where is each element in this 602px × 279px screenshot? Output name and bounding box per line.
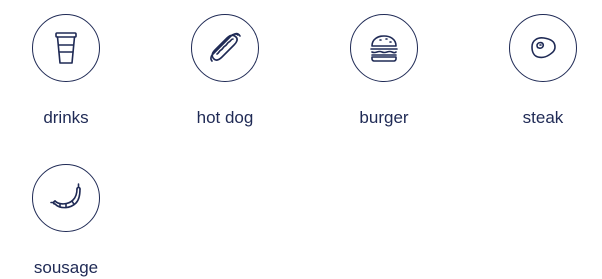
sausage-icon (32, 164, 100, 232)
drink-cup-icon (32, 14, 100, 82)
steak-icon (509, 14, 577, 82)
category-tile-burger[interactable]: burger (324, 0, 444, 127)
category-label: steak (522, 108, 564, 127)
burger-icon (350, 14, 418, 82)
category-tile-hot-dog[interactable]: hot dog (165, 0, 285, 127)
category-tile-sousage[interactable]: sousage (6, 150, 126, 277)
category-label: drinks (43, 108, 89, 127)
hot-dog-icon (191, 14, 259, 82)
category-label: burger (359, 108, 409, 127)
category-label: hot dog (196, 108, 254, 127)
category-tile-steak[interactable]: steak (483, 0, 602, 127)
category-tile-drinks[interactable]: drinks (6, 0, 126, 127)
category-grid: drinks hot dog burger steak sousage (0, 0, 602, 279)
category-label: sousage (33, 258, 99, 277)
